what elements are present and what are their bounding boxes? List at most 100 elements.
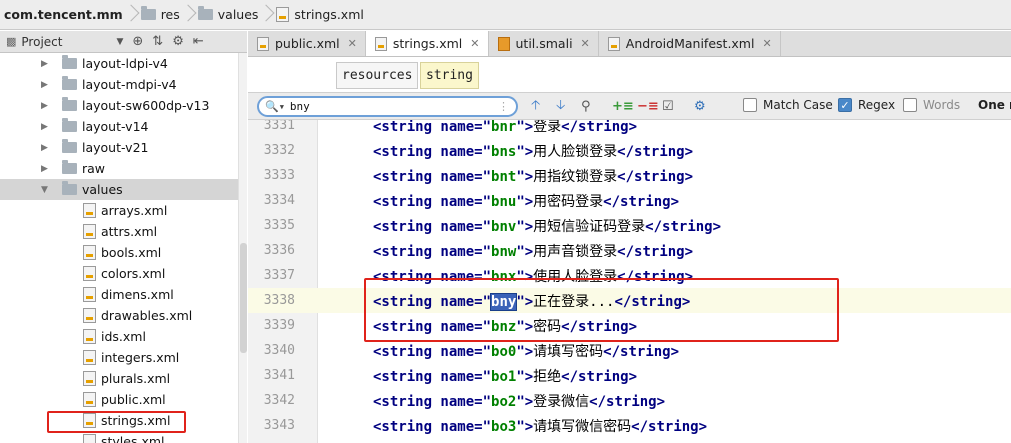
hide-panel-icon[interactable]: ⇤ [193,34,204,49]
tree-item-plurals-xml[interactable]: plurals.xml [0,368,238,389]
breadcrumb-label: values [217,7,259,22]
collapsed-arrow-icon[interactable]: ▶ [41,59,48,69]
structure-chip-string[interactable]: string [420,62,479,89]
next-occurrence-icon[interactable]: 🡣 [556,97,565,116]
tree-item-layout-sw600dp-v13[interactable]: ▶ layout-sw600dp-v13 [0,95,238,116]
string-text-value: 请填写微信密码 [533,418,632,435]
string-text-value: 用人脸锁登录 [533,143,618,160]
select-all-occurrences-icon[interactable]: ☑ [662,97,674,116]
xml-string-element: <string name="bnw">用声音锁登录</string> [373,241,693,261]
tree-item-layout-mdpi-v4[interactable]: ▶ layout-mdpi-v4 [0,74,238,95]
code-line[interactable]: 3343 <string name="bo3">请填写微信密码</string> [248,413,1011,438]
tree-item-attrs-xml[interactable]: attrs.xml [0,221,238,242]
line-number: 3334 [263,193,295,208]
chevron-down-icon[interactable]: ▼ [116,37,123,47]
code-line[interactable]: 3332 <string name="bns">用人脸锁登录</string> [248,138,1011,163]
code-line[interactable]: 3341 <string name="bo1">拒绝</string> [248,363,1011,388]
string-name-value: bo0 [491,343,517,360]
close-icon[interactable]: ✕ [348,37,357,50]
line-number: 3343 [263,418,295,433]
code-line[interactable]: 3335 <string name="bnv">用短信验证码登录</string> [248,213,1011,238]
tab-public-xml[interactable]: public.xml ✕ [248,31,366,56]
xml-file-icon [83,245,96,260]
xml-string-element: <string name="bo0">请填写密码</string> [373,341,679,361]
collapsed-arrow-icon[interactable]: ▶ [41,80,48,90]
code-line[interactable]: 3334 <string name="bnu">用密码登录</string> [248,188,1011,213]
collapsed-arrow-icon[interactable]: ▶ [41,143,48,153]
expanded-arrow-icon[interactable]: ▼ [41,185,48,195]
collapsed-arrow-icon[interactable]: ▶ [41,164,48,174]
xml-string-element: <string name="bnt">用指纹锁登录</string> [373,166,693,186]
match-case-option[interactable]: Match Case [743,98,833,112]
match-count-label: One m [978,98,1011,112]
xml-open-tag: <string name=" [373,343,492,360]
line-number: 3340 [263,343,295,358]
collapse-all-icon[interactable]: ⇅ [152,34,163,49]
breadcrumb-item-res[interactable]: res [140,6,180,22]
regex-checkbox[interactable]: ✓ [838,98,852,112]
code-line[interactable]: 3331 <string name="bnr">登录</string> [248,120,1011,138]
breadcrumb-label: res [160,7,180,22]
line-number: 3338 [263,293,295,308]
words-option[interactable]: Words [903,98,960,112]
tree-item-integers-xml[interactable]: integers.xml [0,347,238,368]
words-checkbox[interactable] [903,98,917,112]
xml-string-element: <string name="bo1">拒绝</string> [373,366,637,386]
tree-item-raw[interactable]: ▶ raw [0,158,238,179]
xml-file-icon [83,224,96,239]
search-input[interactable]: 🔍 ▼ bny ⋮ [257,96,518,117]
project-view-selector[interactable]: Project [21,35,62,49]
string-name-value: bnu [491,193,517,210]
add-selection-icon[interactable]: +≡ [612,97,634,116]
remove-selection-icon[interactable]: −≡ [637,97,659,116]
tree-item-layout-v14[interactable]: ▶ layout-v14 [0,116,238,137]
close-icon[interactable]: ✕ [762,37,771,50]
structure-chip-resources[interactable]: resources [336,62,419,89]
scrollbar-thumb[interactable] [240,243,247,353]
filter-settings-icon[interactable]: ⚙ [694,97,706,116]
string-text-value: 登录微信 [533,393,590,410]
search-query: bny [289,100,310,113]
tab-util-smali[interactable]: util.smali ✕ [489,31,599,56]
tab-strings-xml[interactable]: strings.xml ✕ [365,31,489,56]
locate-target-icon[interactable]: ⊕ [132,34,143,49]
gear-icon[interactable]: ⚙ [172,34,184,49]
tree-item-layout-ldpi-v4[interactable]: ▶ layout-ldpi-v4 [0,53,238,74]
xml-string-element: <string name="bo3">请填写微信密码</string> [373,416,707,436]
code-line[interactable]: 3336 <string name="bnw">用声音锁登录</string> [248,238,1011,263]
breadcrumb-item-values[interactable]: values [197,6,259,22]
code-line[interactable]: 3342 <string name="bo2">登录微信</string> [248,388,1011,413]
tree-item-layout-v21[interactable]: ▶ layout-v21 [0,137,238,158]
tree-item-label: drawables.xml [101,308,193,323]
tree-item-arrays-xml[interactable]: arrays.xml [0,200,238,221]
xml-open-tag: <string name=" [373,243,492,260]
search-history-dropdown-icon[interactable]: ▼ [280,103,284,111]
collapsed-arrow-icon[interactable]: ▶ [41,101,48,111]
close-icon[interactable]: ✕ [470,37,479,50]
tree-item-label: integers.xml [101,350,180,365]
previous-occurrence-icon[interactable]: 🡡 [531,97,540,116]
tree-item-values[interactable]: ▼ values [0,179,238,200]
string-name-value: bns [491,143,517,160]
folder-icon [62,181,77,195]
find-all-icon[interactable]: ⚲ [581,97,591,116]
match-case-checkbox[interactable] [743,98,757,112]
collapsed-arrow-icon[interactable]: ▶ [41,122,48,132]
tree-item-colors-xml[interactable]: colors.xml [0,263,238,284]
regex-option[interactable]: ✓ Regex [838,98,895,112]
string-name-value: bnr [491,120,517,135]
project-tree-scrollbar[interactable] [238,53,247,443]
find-bar: 🔍 ▼ bny ⋮ 🡡 🡣 ⚲ +≡ −≡ ☑ ⚙ Match Case ✓ R… [248,92,1011,120]
tree-item-drawables-xml[interactable]: drawables.xml [0,305,238,326]
tree-item-ids-xml[interactable]: ids.xml [0,326,238,347]
clear-search-icon[interactable]: ⋮ [498,100,509,113]
close-icon[interactable]: ✕ [581,37,590,50]
breadcrumb-item-package[interactable]: com.tencent.mm [4,7,123,22]
tree-item-public-xml[interactable]: public.xml [0,389,238,410]
xml-file-icon [83,350,96,365]
breadcrumb-item-strings[interactable]: strings.xml [276,7,364,22]
tab-androidmanifest-xml[interactable]: AndroidManifest.xml ✕ [599,31,781,56]
tree-item-bools-xml[interactable]: bools.xml [0,242,238,263]
tree-item-dimens-xml[interactable]: dimens.xml [0,284,238,305]
code-line[interactable]: 3333 <string name="bnt">用指纹锁登录</string> [248,163,1011,188]
